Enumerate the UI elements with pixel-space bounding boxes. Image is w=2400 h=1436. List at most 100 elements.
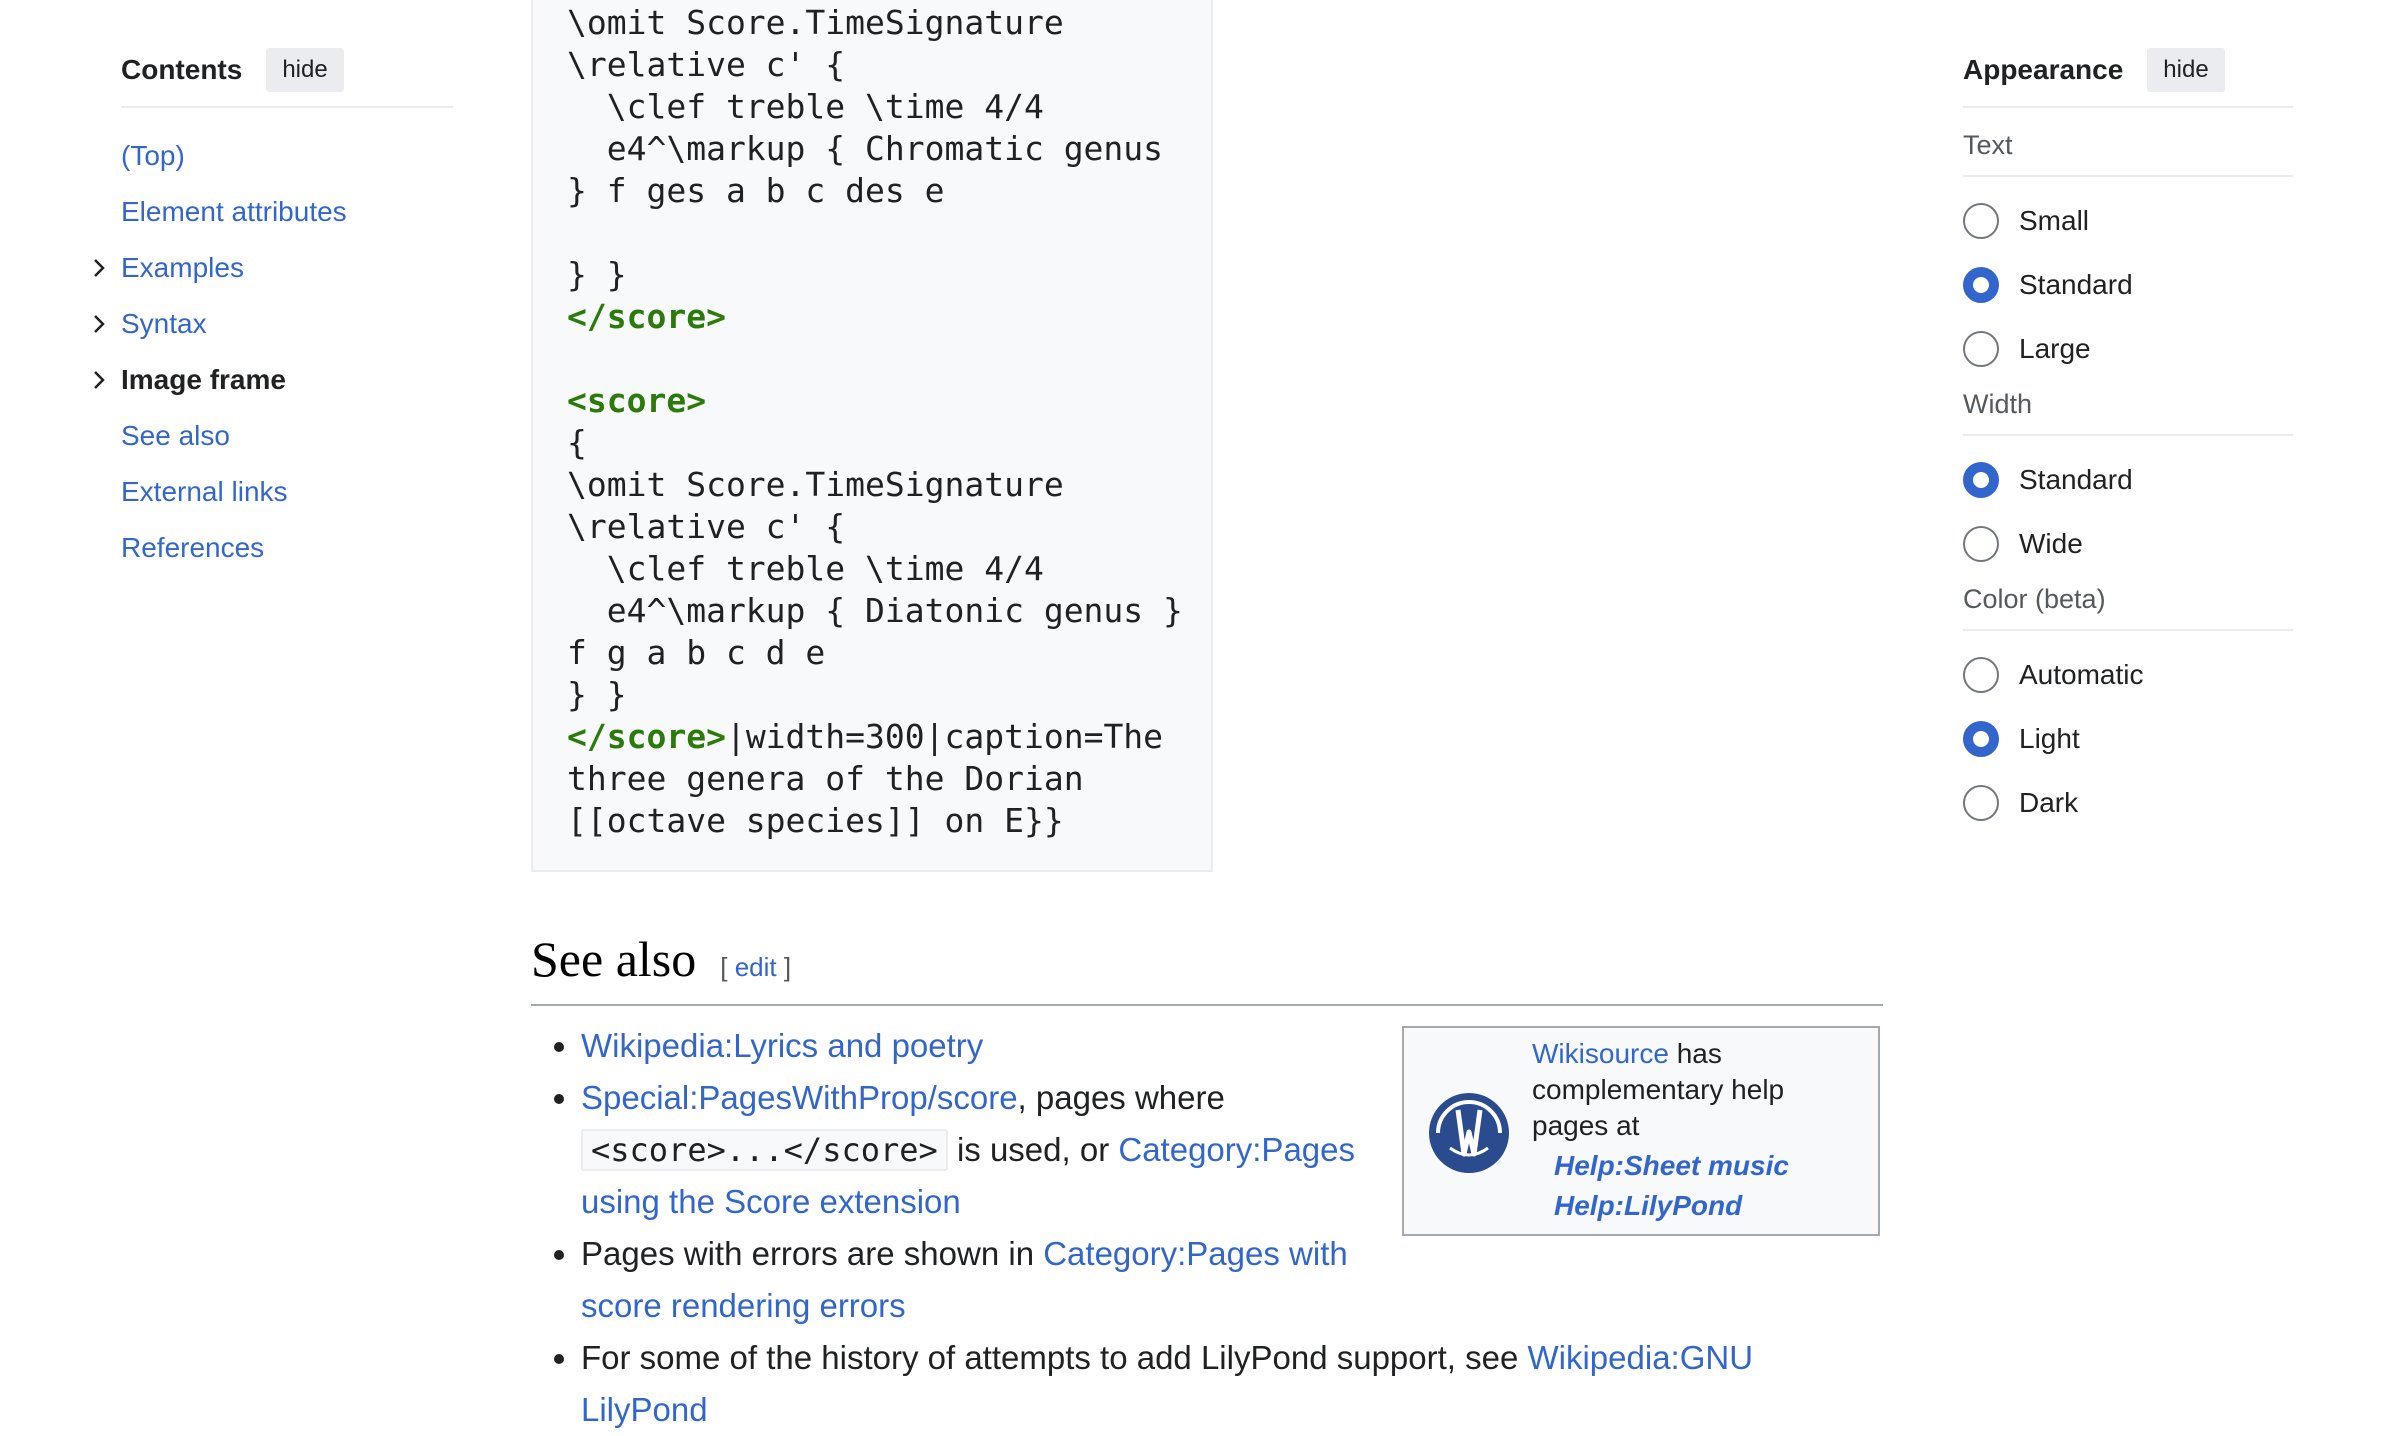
code-text: } f ges a b c des e (567, 171, 945, 210)
toc-hide-button[interactable]: hide (266, 48, 344, 92)
toc-item[interactable]: Syntax (94, 296, 453, 352)
wikisource-text: Wikisource has complementary help pages … (1532, 1036, 1868, 1224)
width-option-wide[interactable]: Wide (1963, 512, 2293, 576)
radio-label: Standard (2019, 269, 2133, 300)
list-item: Pages with errors are shown in Category:… (581, 1228, 1361, 1332)
appearance-hide-button[interactable]: hide (2147, 48, 2225, 92)
radio-button[interactable] (1963, 331, 1999, 367)
code-text: |width=300|caption=The (725, 717, 1164, 756)
code-line: \omit Score.TimeSignature (567, 2, 1211, 44)
toc-item-label[interactable]: References (121, 532, 264, 563)
text-size-label: Text (1963, 130, 2013, 160)
appearance-title: Appearance (1963, 54, 2124, 85)
toc-item[interactable]: External links (121, 464, 453, 520)
help-lilypond-link[interactable]: Help:LilyPond (1532, 1188, 1868, 1224)
width-divider (1963, 434, 2293, 436)
code-text: three genera of the Dorian (567, 759, 1084, 798)
color-option-automatic[interactable]: Automatic (1963, 643, 2293, 707)
help-sheet-music-link[interactable]: Help:Sheet music (1532, 1144, 1868, 1188)
pageswithprop-text: , pages where (1017, 1079, 1225, 1116)
wikisource-link[interactable]: Wikisource (1532, 1038, 1669, 1069)
code-text: \relative c' { (567, 45, 846, 84)
edit-section: [ edit ] (720, 952, 792, 982)
radio-button[interactable] (1963, 721, 1999, 757)
edit-link[interactable]: edit (735, 952, 777, 982)
radio-label: Large (2019, 333, 2091, 364)
toc-divider (121, 106, 453, 108)
code-tag: </score> (567, 297, 726, 336)
code-text: [[octave species]] on E}} (567, 801, 1064, 840)
appearance-header: Appearance hide (1963, 48, 2293, 92)
color-options: Automatic Light Dark (1963, 643, 2293, 835)
toc-item[interactable]: Element attributes (121, 184, 453, 240)
code-line: \relative c' { (567, 44, 1211, 86)
chevron-right-icon[interactable] (87, 240, 111, 296)
lyrics-poetry-link[interactable]: Wikipedia:Lyrics and poetry (581, 1027, 983, 1064)
code-line: } } (567, 254, 1211, 296)
radio-button[interactable] (1963, 526, 1999, 562)
toc-item-label[interactable]: (Top) (121, 140, 185, 171)
toc-title: Contents (121, 54, 243, 85)
text-size-options: Small Standard Large (1963, 189, 2293, 381)
toc-item-label[interactable]: Syntax (121, 308, 207, 339)
code-line: } f ges a b c des e (567, 170, 1211, 212)
table-of-contents: Contents hide (Top) Element attributes Exa… (94, 48, 453, 576)
code-tag: </score> (567, 717, 726, 756)
wikisource-logo-icon (1429, 1093, 1509, 1173)
code-text: \relative c' { (567, 507, 846, 546)
text-size-option-standard[interactable]: Standard (1963, 253, 2293, 317)
toc-list: (Top) Element attributes Examples Syntax Ima… (94, 128, 453, 576)
radio-button[interactable] (1963, 462, 1999, 498)
toc-item-label[interactable]: Image frame (121, 364, 286, 395)
history-text: For some of the history of attempts to a… (581, 1339, 1528, 1376)
radio-button[interactable] (1963, 203, 1999, 239)
color-divider (1963, 629, 2293, 631)
code-line: </score> (567, 296, 1211, 338)
appearance-divider (1963, 106, 2293, 108)
text-size-option-small[interactable]: Small (1963, 189, 2293, 253)
radio-button[interactable] (1963, 657, 1999, 693)
code-text: e4^\markup { Chromatic genus (567, 129, 1164, 168)
toc-item[interactable]: (Top) (121, 128, 453, 184)
code-text: \omit Score.TimeSignature (567, 3, 1064, 42)
code-line: \clef treble \time 4/4 (567, 548, 1211, 590)
toc-item[interactable]: Examples (94, 240, 453, 296)
toc-item-label[interactable]: Examples (121, 252, 244, 283)
pageswithprop-link[interactable]: Special:PagesWithProp/score (581, 1079, 1018, 1116)
see-also-heading: See also [ edit ] (531, 930, 1883, 1006)
toc-item-label[interactable]: See also (121, 420, 230, 451)
toc-item[interactable]: References (121, 520, 453, 576)
toc-item[interactable]: See also (121, 408, 453, 464)
toc-header: Contents hide (121, 48, 453, 92)
code-content: \omit Score.TimeSignature \relative c' { … (533, 0, 1211, 842)
code-line: three genera of the Dorian (567, 758, 1211, 800)
wikisource-box: Wikisource has complementary help pages … (1402, 1026, 1880, 1236)
toc-item-label[interactable]: Element attributes (121, 196, 347, 227)
code-line: { (567, 422, 1211, 464)
code-text: \clef treble \time 4/4 (567, 87, 1044, 126)
radio-button[interactable] (1963, 785, 1999, 821)
chevron-right-icon[interactable] (87, 352, 111, 408)
text-size-option-large[interactable]: Large (1963, 317, 2293, 381)
width-options: Standard Wide (1963, 448, 2293, 576)
radio-label: Small (2019, 205, 2090, 236)
radio-label: Standard (2019, 464, 2133, 495)
color-option-dark[interactable]: Dark (1963, 771, 2293, 835)
chevron-right-icon[interactable] (87, 296, 111, 352)
toc-item[interactable]: Image frame (94, 352, 453, 408)
code-block: \omit Score.TimeSignature \relative c' { … (531, 0, 1213, 872)
radio-label: Dark (2019, 787, 2079, 818)
code-text: } } (567, 255, 627, 294)
code-line: \omit Score.TimeSignature (567, 464, 1211, 506)
errors-text: Pages with errors are shown in (581, 1235, 1044, 1272)
toc-item-label[interactable]: External links (121, 476, 288, 507)
code-line: \relative c' { (567, 506, 1211, 548)
radio-button[interactable] (1963, 267, 1999, 303)
color-option-light[interactable]: Light (1963, 707, 2293, 771)
code-text: f g a b c d e (567, 633, 826, 672)
code-text: e4^\markup { Diatonic genus } (567, 591, 1183, 630)
radio-label: Automatic (2019, 659, 2144, 690)
width-option-standard[interactable]: Standard (1963, 448, 2293, 512)
